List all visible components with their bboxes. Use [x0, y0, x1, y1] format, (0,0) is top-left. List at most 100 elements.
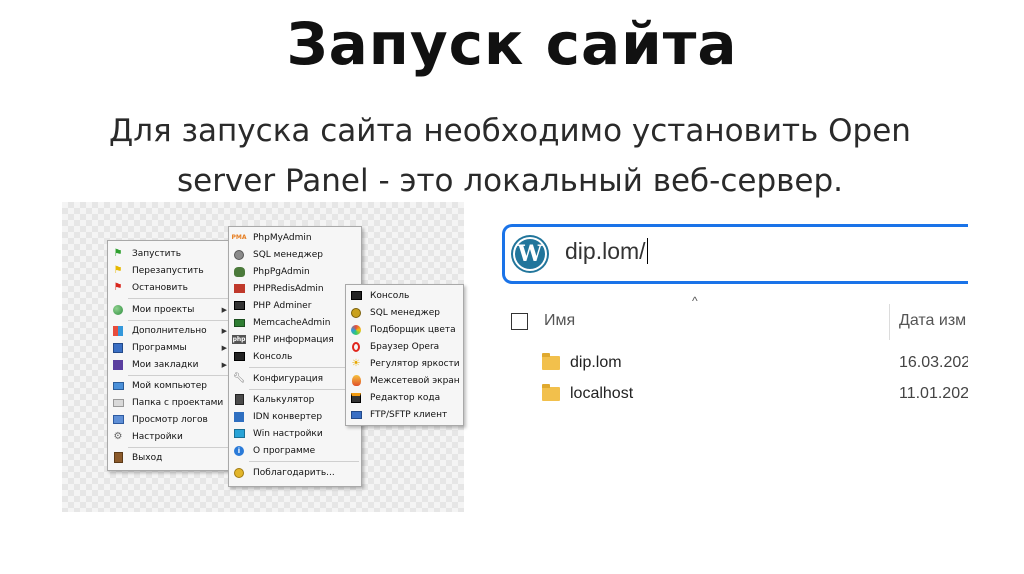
slide-title: Запуск сайта [286, 10, 738, 78]
file-name: localhost [570, 385, 634, 402]
menu-item-bookmarks[interactable]: Мои закладки ▶ [108, 356, 231, 373]
menu-item-about[interactable]: i О программе [229, 442, 361, 459]
file-date: 16.03.202 [899, 354, 968, 371]
console-icon [349, 290, 363, 302]
subtitle-line-2: server Panel - это локальный веб-сервер. [176, 163, 844, 199]
menu-item-label: Перезапустить [132, 265, 204, 276]
menu-item-label: Мои закладки [132, 359, 199, 370]
menu-item-label: MemcacheAdmin [253, 317, 331, 328]
phpmyadmin-icon: PMA [231, 233, 247, 241]
file-row[interactable]: dip.lom [542, 351, 622, 375]
column-header-name[interactable]: Имя [544, 312, 575, 330]
computer-icon [111, 380, 125, 392]
menu-item-label: PhpPgAdmin [253, 266, 310, 277]
subtitle-line-1: Для запуска сайта необходимо установить … [109, 113, 911, 149]
programs-submenu: Консоль SQL менеджер Подборщик цвета Бра… [345, 284, 464, 426]
menu-item-firewall[interactable]: Межсетевой экран [346, 372, 463, 389]
menu-item-label: Калькулятор [253, 394, 315, 405]
menu-item-memcacheadmin[interactable]: MemcacheAdmin [229, 314, 361, 331]
menu-item-projects-folder[interactable]: Папка с проектами [108, 394, 231, 411]
menu-item-start[interactable]: ⚑ Запустить [108, 245, 231, 262]
submenu-arrow-icon: ▶ [221, 360, 227, 369]
log-icon [111, 414, 125, 426]
menu-item-label: Конфигурация [253, 373, 323, 384]
file-row[interactable]: localhost [542, 382, 633, 406]
exit-icon [111, 452, 125, 464]
converter-icon [232, 411, 246, 423]
menu-item-my-computer[interactable]: Мой компьютер [108, 377, 231, 394]
menu-item-label: Просмотр логов [132, 414, 208, 425]
menu-item-label: Консоль [370, 290, 410, 301]
menu-separator [249, 389, 359, 390]
file-date: 11.01.202 [899, 385, 968, 402]
menu-item-label: Мой компьютер [132, 380, 207, 391]
column-divider[interactable] [889, 304, 890, 340]
globe-icon [111, 304, 125, 316]
menu-item-console[interactable]: Консоль [229, 348, 361, 365]
menu-item-calculator[interactable]: Калькулятор [229, 391, 361, 408]
open-server-main-menu: ⚑ Запустить ⚑ Перезапустить ⚑ Остановить… [107, 240, 232, 471]
menu-separator [249, 367, 359, 368]
database-icon [232, 249, 246, 261]
file-name: dip.lom [570, 354, 622, 371]
wrench-icon: 🔧︎ [232, 372, 246, 384]
menu-item-label: Мои проекты [132, 304, 195, 315]
red-flag-icon: ⚑ [113, 281, 123, 293]
gear-icon: ⚙ [113, 430, 123, 442]
menu-item-label: Консоль [253, 351, 293, 362]
menu-item-programs[interactable]: Программы ▶ [108, 339, 231, 356]
programs-icon [111, 342, 125, 354]
menu-item-view-logs[interactable]: Просмотр логов [108, 411, 231, 428]
menu-item-php-info[interactable]: php PHP информация [229, 331, 361, 348]
menu-item-phppgadmin[interactable]: PhpPgAdmin [229, 263, 361, 280]
brightness-icon: ☀ [351, 357, 361, 369]
menu-item-idn-converter[interactable]: IDN конвертер [229, 408, 361, 425]
menu-item-configuration[interactable]: 🔧︎ Конфигурация ▶ [229, 370, 361, 387]
menu-separator [128, 298, 229, 299]
menu-item-label: Межсетевой экран [370, 375, 460, 386]
menu-item-phpmyadmin[interactable]: PMA PhpMyAdmin [229, 229, 361, 246]
wordpress-icon: W [513, 237, 547, 271]
menu-item-sql-manager[interactable]: SQL менеджер [229, 246, 361, 263]
select-all-checkbox[interactable] [511, 313, 528, 330]
menu-item-win-settings[interactable]: Win настройки [229, 425, 361, 442]
menu-item-ftp-client[interactable]: FTP/SFTP клиент [346, 406, 463, 423]
window-settings-icon [232, 428, 246, 440]
menu-item-settings[interactable]: ⚙ Настройки [108, 428, 231, 445]
menu-item-php-adminer[interactable]: PHP Adminer [229, 297, 361, 314]
menu-item-label: Редактор кода [370, 392, 441, 403]
menu-item-label: Запустить [132, 248, 182, 259]
menu-item-opera-browser[interactable]: Браузер Opera [346, 338, 463, 355]
file-explorer: ^ Имя Дата изм dip.lom 16.03.202 localho… [502, 292, 968, 422]
menu-item-sql-manager[interactable]: SQL менеджер [346, 304, 463, 321]
menu-item-label: SQL менеджер [370, 307, 441, 318]
url-text: dip.lom/ [565, 238, 646, 264]
menu-item-console[interactable]: Консоль [346, 287, 463, 304]
database-icon [349, 307, 363, 319]
blocks-icon [111, 325, 125, 337]
menu-item-brightness[interactable]: ☀ Регулятор яркости [346, 355, 463, 372]
column-header-date[interactable]: Дата изм [899, 312, 968, 330]
additional-submenu: PMA PhpMyAdmin SQL менеджер PhpPgAdmin P… [228, 226, 362, 487]
calculator-icon [232, 394, 246, 406]
menu-item-additional[interactable]: Дополнительно ▶ [108, 322, 231, 339]
menu-item-label: О программе [253, 445, 316, 456]
code-editor-icon [349, 392, 363, 404]
menu-item-color-picker[interactable]: Подборщик цвета [346, 321, 463, 338]
menu-item-restart[interactable]: ⚑ Перезапустить [108, 262, 231, 279]
menu-item-thank[interactable]: Поблагодарить... [229, 464, 361, 481]
menu-item-my-projects[interactable]: Мои проекты ▶ [108, 301, 231, 318]
menu-separator [128, 375, 229, 376]
menu-item-label: IDN конвертер [253, 411, 323, 422]
menu-item-label: Поблагодарить... [253, 467, 335, 478]
opera-icon [349, 341, 363, 353]
menu-item-stop[interactable]: ⚑ Остановить [108, 279, 231, 296]
menu-item-label: Регулятор яркости [370, 358, 460, 369]
browser-address-bar[interactable]: W dip.lom/ [502, 224, 968, 284]
menu-item-code-editor[interactable]: Редактор кода [346, 389, 463, 406]
folder-icon [111, 397, 125, 409]
url-input[interactable]: dip.lom/ [565, 238, 648, 265]
menu-item-phpredisadmin[interactable]: PHPRedisAdmin [229, 280, 361, 297]
menu-item-exit[interactable]: Выход [108, 449, 231, 466]
menu-item-label: PHP информация [253, 334, 334, 345]
